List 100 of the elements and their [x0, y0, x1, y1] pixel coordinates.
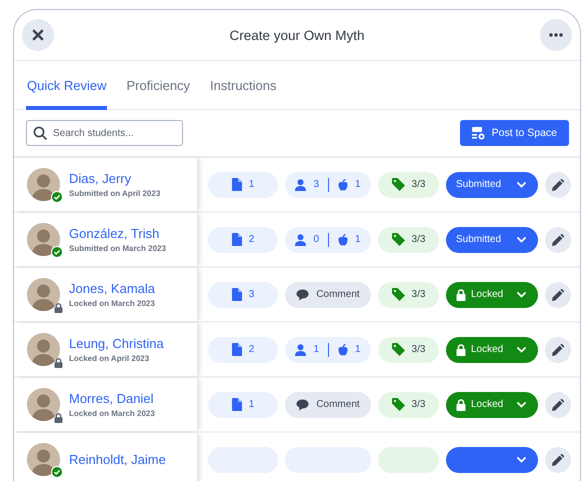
- people-count: 3: [313, 179, 319, 190]
- edit-button[interactable]: [545, 226, 571, 252]
- post-to-space-button[interactable]: Post to Space: [460, 120, 569, 146]
- chevron-down-icon: [517, 346, 526, 352]
- comment-button[interactable]: Comment: [285, 392, 371, 418]
- speech-bubble-icon: [296, 288, 310, 300]
- tag-count-chip[interactable]: 3/3: [378, 226, 439, 252]
- people-apple-count-chip[interactable]: 0 1: [285, 226, 371, 252]
- comment-button[interactable]: Comment: [285, 282, 371, 308]
- lock-icon: [456, 288, 466, 300]
- apple-count: 1: [355, 344, 361, 355]
- person-icon: [295, 344, 306, 356]
- speech-bubble-icon: [296, 398, 310, 410]
- status-dropdown[interactable]: [446, 446, 538, 472]
- pencil-icon: [552, 344, 564, 356]
- tag-count-chip[interactable]: 3/3: [378, 172, 439, 198]
- window-title: Create your Own Myth: [229, 28, 365, 42]
- board-icon: [470, 126, 485, 140]
- lock-badge-icon: [54, 413, 63, 423]
- avatar: [27, 388, 60, 421]
- search-field[interactable]: Search students...: [26, 120, 183, 146]
- status-dropdown[interactable]: Submitted: [446, 226, 538, 252]
- people-count: 1: [313, 344, 319, 355]
- student-name-link[interactable]: González, Trish: [69, 226, 160, 241]
- status-dropdown[interactable]: Locked: [446, 282, 538, 308]
- tag-icon: [392, 398, 405, 411]
- people-apple-count-chip[interactable]: 3 1: [285, 172, 371, 198]
- tag-count-chip: [378, 446, 439, 472]
- student-name-link[interactable]: Jones, Kamala: [69, 281, 155, 296]
- avatar: [27, 443, 60, 476]
- lock-icon: [456, 344, 466, 356]
- check-badge-icon: [51, 246, 63, 258]
- edit-button[interactable]: [545, 172, 571, 198]
- tag-count-chip[interactable]: 3/3: [378, 336, 439, 362]
- check-badge-icon: [51, 466, 63, 478]
- apple-count: 1: [355, 179, 361, 190]
- tag-icon: [392, 288, 405, 301]
- pencil-icon: [552, 454, 564, 466]
- apple-icon: [338, 344, 348, 356]
- chevron-down-icon: [517, 402, 526, 408]
- status-date: Locked on March 2023: [69, 299, 155, 308]
- pencil-icon: [552, 398, 564, 410]
- edit-button[interactable]: [545, 282, 571, 308]
- document-icon: [232, 233, 242, 246]
- status-date: Submitted on March 2023: [69, 244, 166, 253]
- document-count-chip[interactable]: 2: [208, 336, 278, 362]
- student-name-link[interactable]: Morres, Daniel: [69, 391, 154, 406]
- people-apple-count-chip[interactable]: 1 1: [285, 336, 371, 362]
- student-name-link[interactable]: Leung, Christina: [69, 336, 164, 351]
- apple-icon: [338, 234, 348, 246]
- avatar: [27, 168, 60, 201]
- tab[interactable]: Quick Review: [26, 61, 108, 110]
- edit-button[interactable]: [545, 336, 571, 362]
- document-icon: [232, 398, 242, 411]
- chevron-down-icon: [517, 456, 526, 462]
- close-button[interactable]: [22, 19, 54, 51]
- tag-icon: [392, 178, 405, 191]
- check-badge-icon: [51, 191, 63, 203]
- chevron-down-icon: [517, 292, 526, 298]
- pencil-icon: [552, 178, 564, 190]
- document-count-chip[interactable]: 3: [208, 282, 278, 308]
- student-name-link[interactable]: Reinholdt, Jaime: [69, 452, 166, 467]
- tag-icon: [392, 343, 405, 356]
- people-count: 0: [313, 234, 319, 245]
- apple-count: 1: [355, 234, 361, 245]
- chevron-down-icon: [517, 236, 526, 242]
- status-dropdown[interactable]: Locked: [446, 336, 538, 362]
- student-name-link[interactable]: Dias, Jerry: [69, 171, 132, 186]
- more-icon: [548, 33, 563, 37]
- document-count-chip[interactable]: 1: [208, 392, 278, 418]
- avatar: [27, 278, 60, 311]
- document-icon: [232, 178, 242, 191]
- more-options-button[interactable]: [540, 19, 572, 51]
- tag-count-chip[interactable]: 3/3: [378, 392, 439, 418]
- avatar: [27, 333, 60, 366]
- lock-badge-icon: [54, 358, 63, 368]
- document-icon: [232, 288, 242, 301]
- close-icon: [32, 29, 44, 41]
- tag-icon: [392, 233, 405, 246]
- status-date: Submitted on April 2023: [69, 189, 160, 198]
- pencil-icon: [552, 288, 564, 300]
- document-icon: [232, 343, 242, 356]
- pencil-icon: [552, 234, 564, 246]
- apple-icon: [338, 178, 348, 190]
- status-date: Locked on April 2023: [69, 354, 150, 363]
- chevron-down-icon: [517, 182, 526, 188]
- tag-count-chip[interactable]: 3/3: [378, 282, 439, 308]
- tab[interactable]: Instructions: [209, 61, 278, 110]
- person-icon: [295, 178, 306, 190]
- tab[interactable]: Proficiency: [125, 61, 192, 110]
- document-count-chip[interactable]: 1: [208, 172, 278, 198]
- lock-badge-icon: [54, 303, 63, 313]
- status-date: Locked on March 2023: [69, 409, 155, 418]
- status-dropdown[interactable]: Submitted: [446, 172, 538, 198]
- avatar: [27, 223, 60, 256]
- document-count-chip[interactable]: 2: [208, 226, 278, 252]
- status-dropdown[interactable]: Locked: [446, 392, 538, 418]
- edit-button[interactable]: [545, 392, 571, 418]
- edit-button[interactable]: [545, 446, 571, 472]
- person-icon: [295, 234, 306, 246]
